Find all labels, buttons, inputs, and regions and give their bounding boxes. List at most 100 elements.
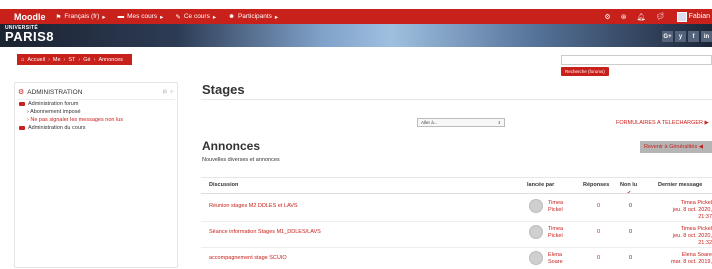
administration-block: ⚙ ADMINISTRATION ⊟ ⊹ Administration foru… [14,82,178,268]
navbar-right: ⚙ ⊛ 🔔︎ 💬︎2 Fabian [604,9,712,24]
unread-count: 0 [629,203,633,209]
folder-icon [19,126,25,130]
last-post-time: 21:32 [698,240,712,246]
last-post-author: Timea Pickel [680,226,712,232]
users-icon: ☻ [228,13,235,20]
logo-bottom-text: PARIS8 [5,29,54,44]
author-link[interactable]: Elena Soare [548,252,563,266]
university-logo[interactable]: UNIVERSITÉ PARIS8 [5,25,54,44]
author-link[interactable]: Timea Pickel [548,200,563,214]
last-post-link[interactable]: Timea Pickel jeu. 8 oct. 2020, 21:32 [673,226,712,247]
author-first: Timea [548,226,564,232]
administration-title: ADMINISTRATION [27,88,83,96]
author-last: Soare [548,259,563,265]
bell-icon[interactable]: 🔔︎ [637,13,646,21]
forum-description: Nouvelles diverses et annonces [202,157,280,163]
breadcrumb-separator: › [48,56,50,63]
course-icon: ✎ [175,13,181,21]
discussion-link[interactable]: Séance information Stages M1_DDLES/LAVS [209,229,321,235]
caret-icon: ▸ [102,13,106,21]
this-course-menu[interactable]: ✎ Ce cours ▸ [175,13,216,21]
last-post-time: 21:37 [698,214,712,220]
table-row: Séance information Stages M1_DDLES/LAVS … [201,222,712,248]
last-post-date: jeu. 8 oct. 2020, [672,207,712,213]
caret-icon: ▸ [160,13,164,21]
breadcrumb-item-current[interactable]: Annonces [98,57,122,63]
section-title: Stages [202,82,245,97]
forum-search-input[interactable] [561,55,712,65]
caret-icon: ▸ [212,13,217,21]
forum-admin-item[interactable]: Administration forum [15,100,177,108]
track-unread-link[interactable]: › Ne pas signaler les messages non lus [15,116,177,124]
twitter-icon[interactable]: y [675,31,686,42]
dock-icon[interactable]: ⊹ [170,89,174,95]
collapse-icon[interactable]: ⊟ [163,89,167,95]
flag-icon: ⚑ [55,13,62,21]
notification-badge: 2 [661,10,664,16]
divider [201,177,712,178]
settings-icon[interactable]: ⚙ [604,13,610,21]
caret-icon: ▸ [274,13,279,21]
col-discussion-header[interactable]: Discussion [209,182,238,188]
linkedin-icon[interactable]: in [701,31,712,42]
table-row: Réunion stages M2 DDLES et LAVS Timea Pic… [201,196,712,222]
replies-link[interactable]: 0 [597,229,600,235]
last-post-date: mar. 8 oct. 2019, [671,259,712,265]
site-banner: UNIVERSITÉ PARIS8 G+ y f in [0,24,712,47]
last-post-author: Elena Soare [681,252,712,258]
track-unread-label: Ne pas signaler les messages non lus [30,117,124,123]
forms-download-link[interactable]: FORMULAIRES A TELECHARGER ▶ [616,120,709,126]
discussion-link[interactable]: accompagnement stage SCUIO [209,255,287,261]
col-replies-header[interactable]: Réponses [583,182,609,188]
col-started-by-header[interactable]: lancée par [527,182,554,188]
social-links: G+ y f in [662,31,712,42]
last-post-link[interactable]: Elena Soare mar. 8 oct. 2019, [671,252,712,266]
gear-icon[interactable]: ⊛ [621,13,627,21]
table-row: accompagnement stage SCUIO Elena Soare 0 … [201,248,712,269]
avatar[interactable] [529,225,543,239]
avatar[interactable] [529,251,543,265]
last-post-link[interactable]: Timea Pickel jeu. 8 oct. 2020, 21:37 [673,200,712,221]
user-menu[interactable]: Fabian [676,11,712,22]
col-last-post-header[interactable]: Dernier message [658,182,702,188]
language-menu[interactable]: ⚑ Français (fr) ▸ [56,13,106,21]
divider [201,193,712,194]
moodle-brand-link[interactable]: Moodle [14,12,46,22]
breadcrumb-item[interactable]: ST [68,57,75,63]
this-course-label: Ce cours [183,13,210,20]
unread-count: 0 [629,229,633,235]
participants-menu[interactable]: ☻ Participants ▸ [228,13,278,21]
breadcrumb-item[interactable]: Me [53,57,61,63]
jump-to-select[interactable]: Aller à... ⇕ [417,118,505,127]
col-unread-header[interactable]: Non lu [620,182,637,188]
breadcrumb-separator: › [93,56,96,63]
author-link[interactable]: Timea Pickel [548,226,563,240]
facebook-icon[interactable]: f [688,31,699,42]
subscription-item[interactable]: › Abonnement imposé [15,108,177,116]
administration-header: ⚙ ADMINISTRATION ⊟ ⊹ [15,83,177,97]
messages-icon[interactable]: 💬︎2 [655,10,666,21]
breadcrumb-item[interactable]: Accueil [27,57,45,63]
forum-search-button[interactable]: Recherche (forums) [561,67,609,76]
forum-title: Annonces [202,139,261,153]
course-admin-label: Administration du cours [28,125,86,131]
user-name: Fabian [688,13,710,20]
replies-link[interactable]: 0 [597,203,600,209]
discussion-link[interactable]: Réunion stages M2 DDLES et LAVS [209,203,298,209]
gear-icon: ⚙ [18,89,25,96]
breadcrumb-item[interactable]: Gé [83,57,90,63]
course-admin-item[interactable]: Administration du cours [15,124,177,132]
my-courses-menu[interactable]: ▬ Mes cours ▸ [118,13,164,21]
avatar[interactable] [529,199,543,213]
top-navbar: Moodle ⚑ Français (fr) ▸ ▬ Mes cours ▸ ✎… [0,9,712,24]
divider [201,99,712,100]
courses-icon: ▬ [117,13,125,20]
subscription-label: Abonnement imposé [30,109,81,115]
user-avatar [676,11,687,22]
author-last: Pickel [548,207,563,213]
breadcrumb: ⌂ Accueil › Me › ST › Gé › Annonces [17,54,132,65]
google-plus-icon[interactable]: G+ [662,31,673,42]
back-to-general-button[interactable]: Revenir à Généralités ◀ [640,141,712,153]
author-first: Timea [548,200,564,206]
replies-link[interactable]: 0 [597,255,600,261]
